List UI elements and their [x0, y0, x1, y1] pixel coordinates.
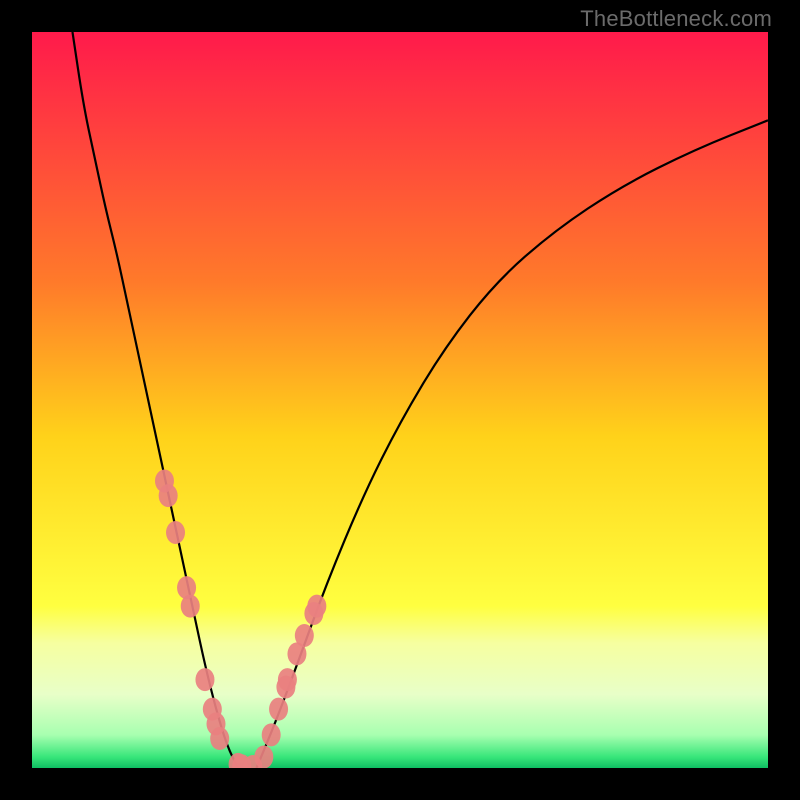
right-curve — [256, 120, 768, 768]
scatter-marker — [181, 595, 200, 618]
scatter-marker — [195, 668, 214, 691]
left-curve — [72, 32, 238, 768]
scatter-marker — [295, 624, 314, 647]
scatter-marker — [159, 484, 178, 507]
scatter-marker — [166, 521, 185, 544]
scatter-marker — [262, 723, 281, 746]
scatter-marker — [278, 668, 297, 691]
right-markers — [254, 595, 326, 768]
left-markers — [155, 469, 262, 768]
chart-frame: TheBottleneck.com — [0, 0, 800, 800]
plot-area — [32, 32, 768, 768]
scatter-marker — [269, 698, 288, 721]
scatter-marker — [254, 745, 273, 768]
plot-curves — [32, 32, 768, 768]
scatter-marker — [307, 595, 326, 618]
scatter-marker — [210, 727, 229, 750]
watermark-text: TheBottleneck.com — [580, 6, 772, 32]
